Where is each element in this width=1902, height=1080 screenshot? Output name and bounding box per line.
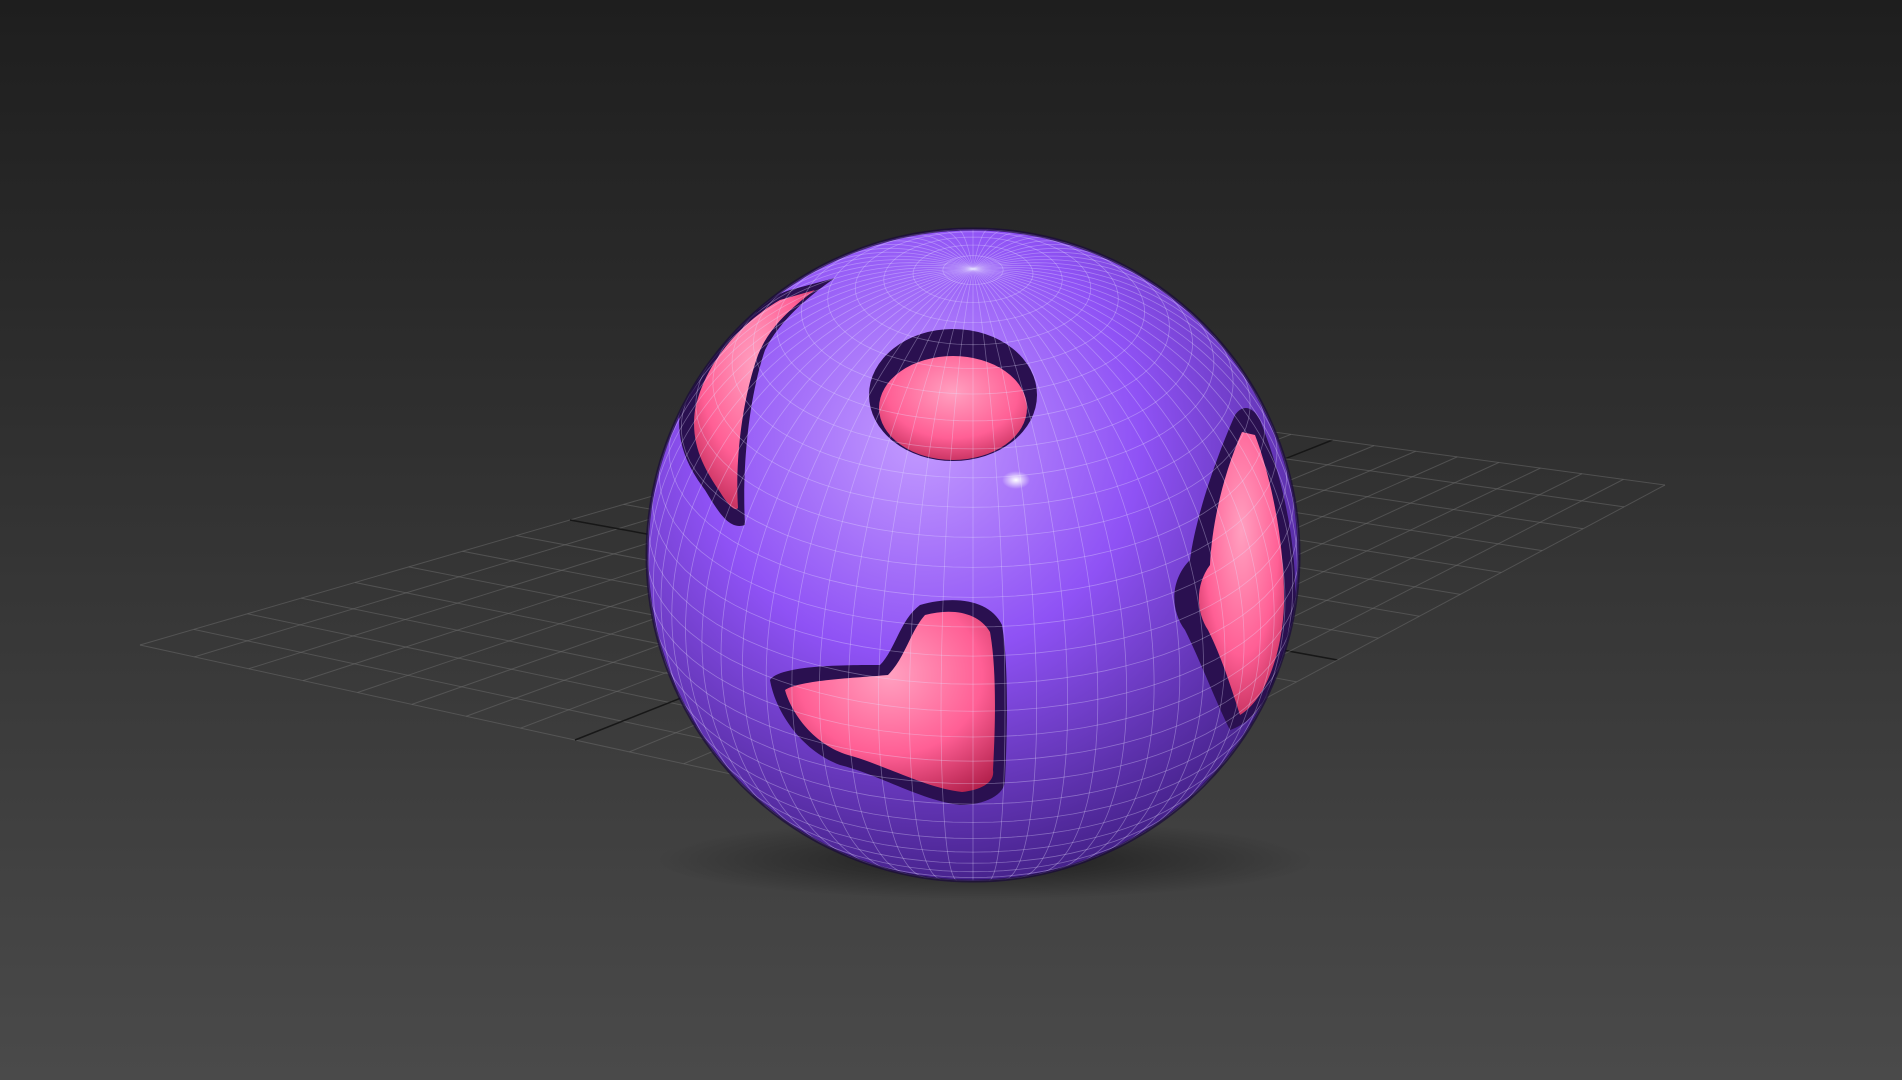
specular-highlight [1002,471,1030,489]
3d-viewport[interactable] [0,0,1902,1080]
viewport-canvas[interactable] [0,0,1902,1080]
hole-top [869,329,1037,461]
perforated-sphere-mesh[interactable] [645,227,1301,883]
